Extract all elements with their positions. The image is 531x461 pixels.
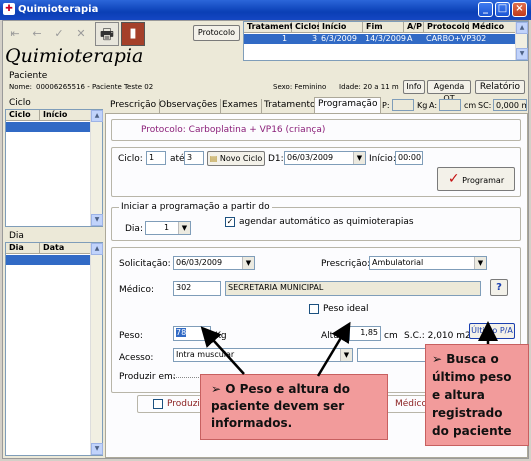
annotation-arrows: [200, 321, 498, 377]
arrow-to-altura: [316, 321, 351, 377]
arrow-to-peso: [200, 326, 245, 375]
